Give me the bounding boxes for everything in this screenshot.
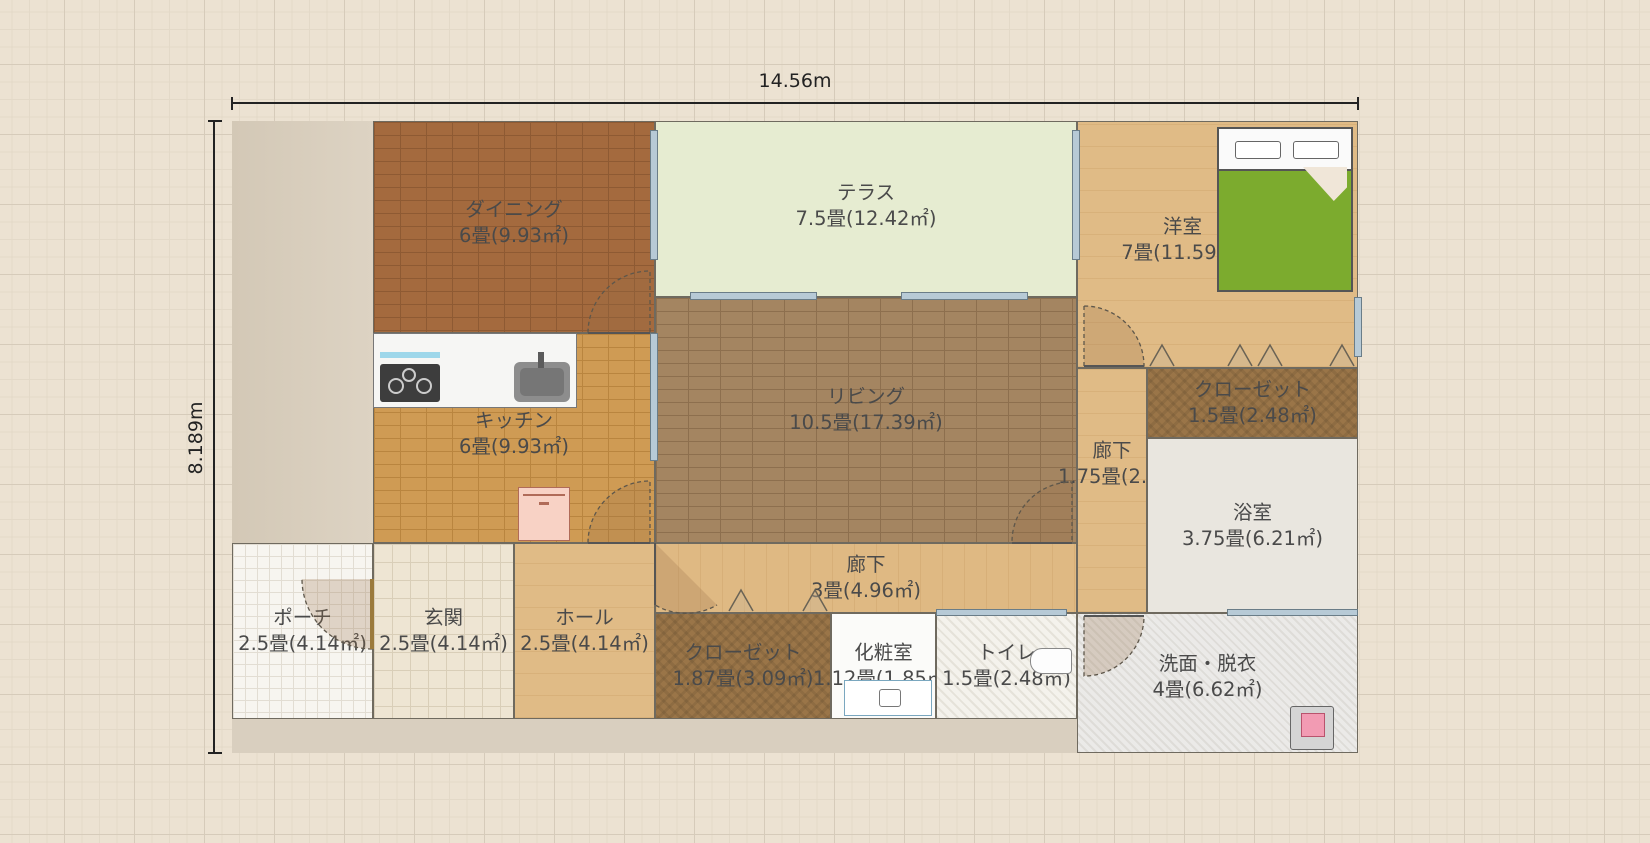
kitchen-counter[interactable] — [373, 333, 577, 408]
basin-icon[interactable] — [844, 680, 932, 716]
door-western — [1083, 305, 1145, 367]
washing-machine-icon[interactable] — [1290, 706, 1334, 750]
bed-icon[interactable] — [1217, 127, 1353, 292]
closet-fold-door-5 — [728, 588, 754, 612]
refrigerator-icon[interactable] — [518, 487, 570, 541]
door-porch — [301, 578, 373, 650]
door-washroom — [1083, 615, 1145, 677]
door-swings — [301, 270, 1355, 677]
sink-icon — [514, 352, 570, 402]
closet-fold-door-1 — [1149, 343, 1175, 367]
range-hood-icon — [380, 352, 440, 358]
door-living-hallway — [1011, 481, 1073, 544]
door-kitchen — [587, 480, 651, 544]
closet-fold-door-3 — [1257, 343, 1283, 367]
door-dining — [587, 270, 651, 334]
stove-icon — [380, 364, 440, 402]
closet-fold-door-4 — [1329, 343, 1355, 367]
door-hall — [654, 543, 718, 614]
closet-fold-door-6 — [802, 588, 828, 612]
closet-fold-door-2 — [1227, 343, 1253, 367]
toilet-icon[interactable] — [1030, 648, 1072, 674]
